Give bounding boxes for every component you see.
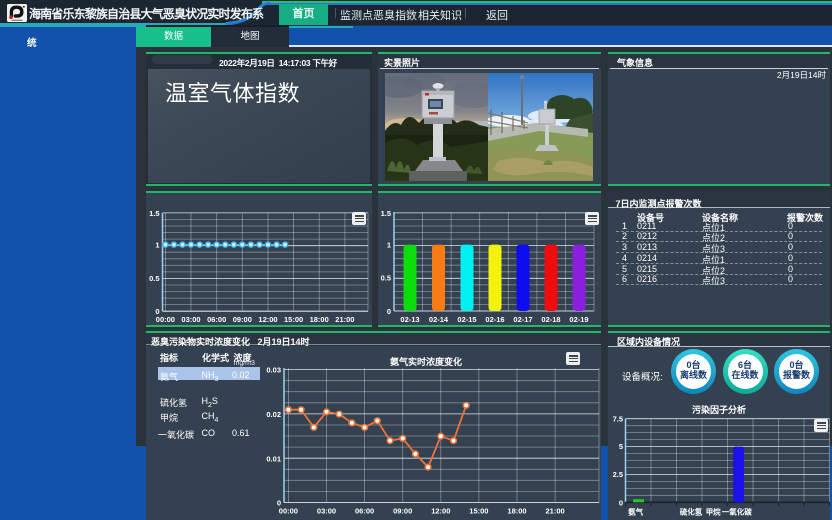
svg-text:02-18: 02-18 xyxy=(541,315,560,324)
svg-text:1.5: 1.5 xyxy=(149,209,159,218)
svg-text:00:00: 00:00 xyxy=(156,315,175,324)
svg-text:02-16: 02-16 xyxy=(485,315,504,324)
svg-text:02-17: 02-17 xyxy=(513,315,532,324)
svg-text:02-13: 02-13 xyxy=(400,315,419,324)
svg-text:0.03: 0.03 xyxy=(266,366,281,375)
svg-text:12:00: 12:00 xyxy=(431,507,450,516)
svg-text:1: 1 xyxy=(387,241,391,250)
svg-text:02-15: 02-15 xyxy=(457,315,476,324)
svg-text:0.5: 0.5 xyxy=(149,274,159,283)
svg-text:12:00: 12:00 xyxy=(258,315,277,324)
svg-text:02-14: 02-14 xyxy=(429,315,449,324)
svg-text:15:00: 15:00 xyxy=(284,315,303,324)
svg-text:1.5: 1.5 xyxy=(381,209,391,218)
svg-text:2.5: 2.5 xyxy=(613,470,623,479)
svg-text:5: 5 xyxy=(619,442,623,451)
svg-text:15:00: 15:00 xyxy=(469,507,488,516)
svg-text:21:00: 21:00 xyxy=(546,507,565,516)
svg-text:18:00: 18:00 xyxy=(507,507,526,516)
svg-text:06:00: 06:00 xyxy=(355,507,374,516)
svg-text:0.01: 0.01 xyxy=(266,454,281,463)
svg-text:0: 0 xyxy=(387,307,391,316)
svg-text:0.5: 0.5 xyxy=(381,274,391,283)
svg-text:氨气: 氨气 xyxy=(628,506,643,516)
svg-text:00:00: 00:00 xyxy=(279,507,298,516)
svg-text:06:00: 06:00 xyxy=(207,315,226,324)
svg-text:09:00: 09:00 xyxy=(233,315,252,324)
svg-text:03:00: 03:00 xyxy=(317,507,336,516)
svg-text:02-19: 02-19 xyxy=(569,315,588,324)
svg-text:1: 1 xyxy=(155,241,159,250)
svg-text:21:00: 21:00 xyxy=(335,315,354,324)
svg-text:7.5: 7.5 xyxy=(613,415,623,424)
svg-text:一氧化碳: 一氧化碳 xyxy=(722,506,752,516)
svg-text:0.02: 0.02 xyxy=(266,410,281,419)
svg-text:0: 0 xyxy=(619,498,623,507)
svg-text:09:00: 09:00 xyxy=(393,507,412,516)
svg-text:硫化氢: 硫化氢 xyxy=(680,506,703,516)
svg-text:03:00: 03:00 xyxy=(181,315,200,324)
svg-text:甲烷: 甲烷 xyxy=(706,506,721,516)
svg-text:18:00: 18:00 xyxy=(310,315,329,324)
